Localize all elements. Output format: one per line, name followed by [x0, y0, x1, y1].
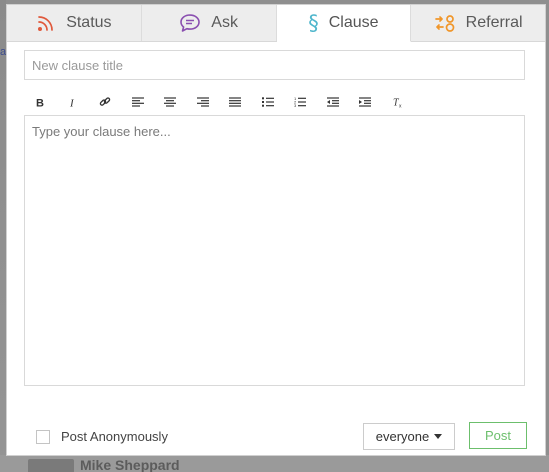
link-icon[interactable]: [89, 92, 122, 112]
caret-down-icon: [434, 434, 443, 439]
svg-text:x: x: [399, 104, 402, 109]
anonymous-label: Post Anonymously: [61, 429, 168, 444]
compose-dialog: Status Ask § Clause Referral B I: [6, 4, 546, 456]
bulleted-list-icon[interactable]: [252, 92, 285, 112]
numbered-list-icon[interactable]: 123: [284, 92, 317, 112]
tab-clause[interactable]: § Clause: [276, 5, 412, 42]
referral-icon: [434, 13, 456, 33]
tab-referral[interactable]: Referral: [411, 5, 545, 41]
rss-icon: [36, 13, 56, 33]
background-feed-item: Mike Sheppard: [0, 455, 549, 472]
indent-icon[interactable]: [349, 92, 382, 112]
tab-label: Ask: [211, 14, 238, 31]
anonymous-checkbox[interactable]: [36, 429, 50, 444]
avatar: [28, 459, 74, 472]
outdent-icon[interactable]: [317, 92, 350, 112]
svg-text:I: I: [69, 98, 75, 109]
svg-text:3: 3: [294, 103, 297, 107]
audience-select[interactable]: everyone: [363, 423, 455, 450]
align-right-icon[interactable]: [187, 92, 220, 112]
svg-text:B: B: [36, 98, 44, 109]
post-button[interactable]: Post: [469, 422, 527, 449]
align-center-icon[interactable]: [154, 92, 187, 112]
post-anonymously-toggle[interactable]: Post Anonymously: [36, 429, 168, 444]
background-user-name: Mike Sheppard: [80, 457, 180, 472]
clear-format-icon[interactable]: Tx: [382, 92, 415, 112]
audience-value: everyone: [375, 429, 430, 444]
align-left-icon[interactable]: [122, 92, 155, 112]
section-sign-icon: §: [308, 11, 319, 35]
post-type-tabs: Status Ask § Clause Referral: [7, 5, 545, 42]
clause-body-editor[interactable]: Type your clause here...: [24, 115, 525, 386]
editor-placeholder: Type your clause here...: [32, 124, 171, 139]
clause-title-input[interactable]: [24, 50, 525, 80]
tab-ask[interactable]: Ask: [141, 5, 277, 41]
speech-bubble-icon: [179, 13, 201, 33]
italic-icon[interactable]: I: [57, 92, 90, 112]
align-justify-icon[interactable]: [219, 92, 252, 112]
tab-label: Clause: [328, 14, 379, 31]
tab-status[interactable]: Status: [7, 5, 142, 41]
tab-label: Status: [66, 14, 112, 31]
formatting-toolbar: B I 123 Tx: [24, 92, 414, 112]
bold-icon[interactable]: B: [24, 92, 57, 112]
tab-label: Referral: [465, 14, 523, 31]
